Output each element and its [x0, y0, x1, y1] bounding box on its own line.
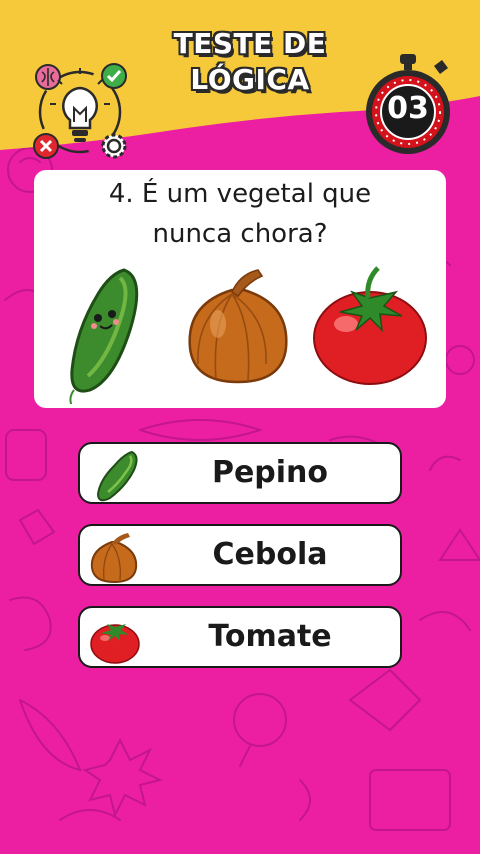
tomato-image — [313, 266, 427, 385]
logic-logo — [33, 63, 127, 159]
countdown-timer: 03 — [356, 52, 460, 156]
question-line-2: nunca chora? — [152, 219, 328, 249]
onion-image — [188, 269, 288, 384]
header-banner: TESTE DE LÓGICA 03 — [0, 0, 480, 170]
tomato-icon — [90, 624, 140, 664]
timer-value: 03 — [387, 91, 429, 126]
close-icon — [33, 133, 59, 159]
cucumber-icon — [96, 450, 138, 502]
question-line-1: 4. É um vegetal que — [108, 179, 372, 209]
answer-label: Pepino — [211, 455, 329, 490]
gear-icon — [101, 133, 127, 159]
title-line-2: LÓGICA — [190, 63, 310, 96]
answer-option-pepino[interactable]: Pepino — [78, 442, 402, 504]
title-line-1: TESTE DE — [173, 27, 327, 60]
answer-option-cebola[interactable]: Cebola — [78, 524, 402, 586]
answer-label: Tomate — [208, 619, 332, 654]
check-icon — [101, 63, 127, 89]
onion-icon — [90, 533, 138, 584]
cucumber-image — [69, 268, 139, 404]
answer-label: Cebola — [212, 537, 328, 572]
answer-option-tomate[interactable]: Tomate — [78, 606, 402, 668]
question-card: 4. É um vegetal que nunca chora? — [34, 170, 446, 408]
question-text: 4. É um vegetal que nunca chora? — [34, 170, 446, 254]
question-images — [69, 266, 427, 404]
page-title: TESTE DE LÓGICA — [150, 26, 350, 98]
brain-icon — [35, 64, 61, 90]
